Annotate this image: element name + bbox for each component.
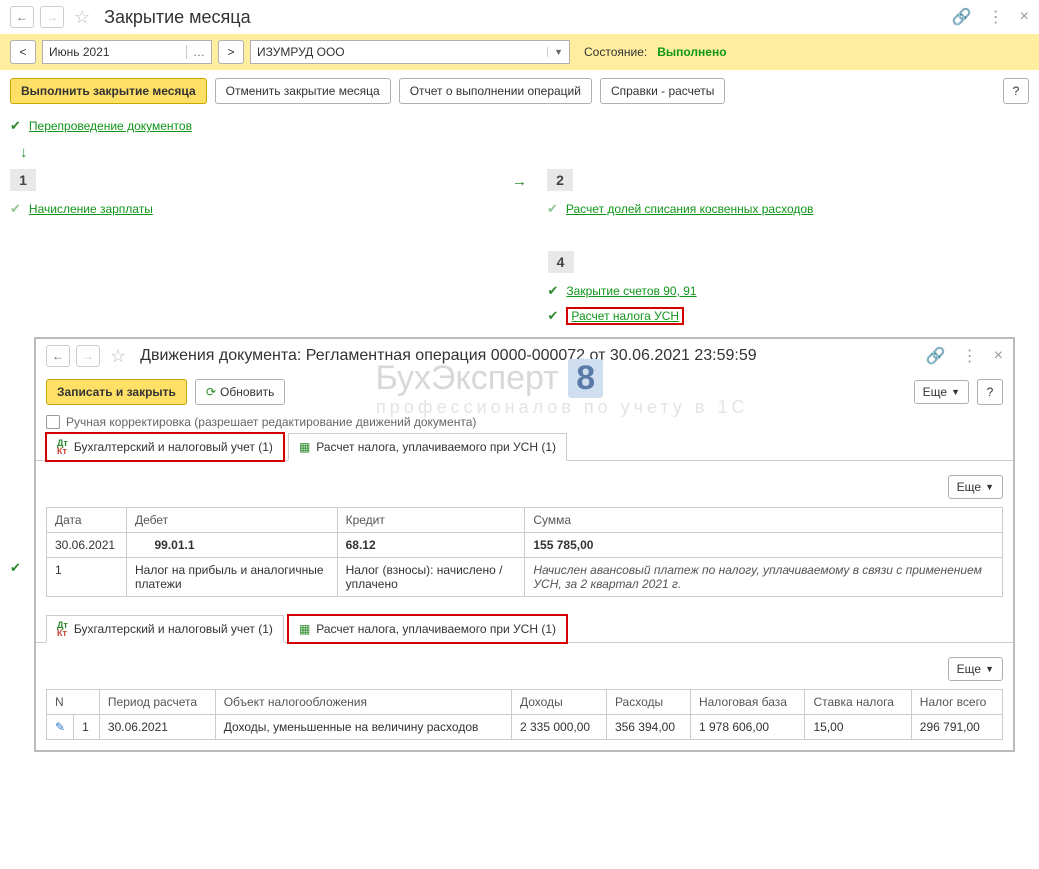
period-value: Июнь 2021 xyxy=(49,45,110,59)
favorite-icon[interactable]: ☆ xyxy=(74,7,90,28)
cancel-button[interactable]: Отменить закрытие месяца xyxy=(215,78,391,104)
check-icon: ✔ xyxy=(548,283,559,299)
stage-4-badge: 4 xyxy=(548,251,574,273)
table-row[interactable]: 1 Налог на прибыль и аналогичные платежи… xyxy=(47,558,1003,597)
dtkt-icon: ДтКт xyxy=(57,621,68,637)
state-label: Состояние: xyxy=(584,45,647,59)
period-bar: < Июнь 2021 … > ИЗУМРУД ООО ▼ Состояние:… xyxy=(0,34,1039,70)
usn-table: N Период расчета Объект налогообложения … xyxy=(46,689,1003,740)
sub-title: Движения документа: Регламентная операци… xyxy=(140,347,757,365)
period-input[interactable]: Июнь 2021 … xyxy=(42,40,212,64)
edit-icon: ✎ xyxy=(55,720,65,734)
col-n: N xyxy=(47,690,100,715)
org-dropdown-icon[interactable]: ▼ xyxy=(547,47,563,57)
manual-edit-label: Ручная корректировка (разрешает редактир… xyxy=(66,415,476,429)
period-picker-icon[interactable]: … xyxy=(186,45,205,59)
sub-kebab-icon[interactable]: ⋮ xyxy=(962,346,978,366)
sub-favorite-icon[interactable]: ☆ xyxy=(110,346,126,367)
accounting-table: Дата Дебет Кредит Сумма 30.06.2021 99.01… xyxy=(46,507,1003,597)
stage-1-badge: 1 xyxy=(10,169,36,191)
sub-close-icon[interactable]: × xyxy=(994,347,1003,365)
usn-link[interactable]: Расчет налога УСН xyxy=(571,309,679,323)
save-close-button[interactable]: Записать и закрыть xyxy=(46,379,187,405)
col-debit: Дебет xyxy=(127,508,338,533)
stage-2-badge: 2 xyxy=(547,169,573,191)
table2-more-button[interactable]: Еще▼ xyxy=(948,657,1003,681)
indirect-link[interactable]: Расчет долей списания косвенных расходов xyxy=(566,202,814,216)
table-row[interactable]: 30.06.2021 99.01.1 68.12 155 785,00 xyxy=(47,533,1003,558)
period-next-button[interactable]: > xyxy=(218,40,244,64)
ops-section: ✔ Перепроведение документов ↓ xyxy=(0,112,1039,169)
main-toolbar: Выполнить закрытие месяца Отменить закры… xyxy=(0,70,1039,112)
down-arrow-icon: ↓ xyxy=(20,144,1029,161)
more-button[interactable]: Еще▼ xyxy=(914,380,969,404)
check-icon: ✔ xyxy=(10,201,21,217)
repost-link[interactable]: Перепроведение документов xyxy=(29,119,192,133)
back-button[interactable]: ← xyxy=(10,6,34,28)
col-base: Налоговая база xyxy=(690,690,805,715)
help-button[interactable]: ? xyxy=(1003,78,1029,104)
check-icon: ✔ xyxy=(547,201,558,217)
org-value: ИЗУМРУД ООО xyxy=(257,45,345,59)
close9091-link[interactable]: Закрытие счетов 90, 91 xyxy=(566,284,696,298)
check-icon: ✔ xyxy=(548,308,559,324)
tab-usn-calc[interactable]: ▦ Расчет налога, уплачиваемого при УСН (… xyxy=(288,433,567,461)
col-period: Период расчета xyxy=(99,690,215,715)
tabs-top: ДтКт Бухгалтерский и налоговый учет (1) … xyxy=(36,433,1013,461)
sub-back-button[interactable]: ← xyxy=(46,345,70,367)
col-date: Дата xyxy=(47,508,127,533)
check-icon: ✔ xyxy=(10,560,21,576)
col-sum: Сумма xyxy=(525,508,1003,533)
check-icon: ✔ xyxy=(10,118,21,134)
col-income: Доходы xyxy=(511,690,606,715)
manual-edit-row: Ручная корректировка (разрешает редактир… xyxy=(36,411,1013,433)
refresh-icon: ⟳ xyxy=(206,385,216,399)
page-title: Закрытие месяца xyxy=(104,7,250,28)
right-arrow-icon: → xyxy=(512,173,527,190)
dtkt-icon: ДтКт xyxy=(57,439,68,455)
report-button[interactable]: Отчет о выполнении операций xyxy=(399,78,592,104)
state-value: Выполнено xyxy=(657,45,726,59)
period-prev-button[interactable]: < xyxy=(10,40,36,64)
tabs-bottom: ДтКт Бухгалтерский и налоговый учет (1) … xyxy=(36,615,1013,643)
refs-button[interactable]: Справки - расчеты xyxy=(600,78,725,104)
col-total: Налог всего xyxy=(911,690,1002,715)
movements-window: БухЭксперт 8 профессионалов по учету в 1… xyxy=(34,337,1015,752)
col-expense: Расходы xyxy=(606,690,690,715)
table-icon: ▦ xyxy=(299,440,310,454)
col-credit: Кредит xyxy=(337,508,525,533)
stages-row-2: 4 ✔ Закрытие счетов 90, 91 ✔ Расчет нало… xyxy=(0,251,1039,329)
table-row[interactable]: ✎ 1 30.06.2021 Доходы, уменьшенные на ве… xyxy=(47,715,1003,740)
sub-forward-button[interactable]: → xyxy=(76,345,100,367)
link-icon[interactable]: 🔗 xyxy=(952,7,972,27)
execute-button[interactable]: Выполнить закрытие месяца xyxy=(10,78,207,104)
sub-link-icon[interactable]: 🔗 xyxy=(926,346,946,366)
table-icon: ▦ xyxy=(299,622,310,636)
tab-accounting-2[interactable]: ДтКт Бухгалтерский и налоговый учет (1) xyxy=(46,615,284,643)
refresh-button[interactable]: ⟳ Обновить xyxy=(195,379,285,405)
table1-more-button[interactable]: Еще▼ xyxy=(948,475,1003,499)
kebab-icon[interactable]: ⋮ xyxy=(988,7,1004,27)
sub-toolbar: Записать и закрыть ⟳ Обновить Еще▼ ? xyxy=(36,373,1013,411)
col-rate: Ставка налога xyxy=(805,690,911,715)
main-titlebar: ← → ☆ Закрытие месяца 🔗 ⋮ × xyxy=(0,0,1039,34)
col-obj: Объект налогообложения xyxy=(215,690,511,715)
sub-help-button[interactable]: ? xyxy=(977,379,1003,405)
stages-row-1: 1 ✔ Начисление зарплаты → 2 ✔ Расчет дол… xyxy=(0,169,1039,221)
manual-edit-checkbox[interactable] xyxy=(46,415,60,429)
salary-link[interactable]: Начисление зарплаты xyxy=(29,202,153,216)
sub-titlebar: ← → ☆ Движения документа: Регламентная о… xyxy=(36,339,1013,373)
tab-accounting[interactable]: ДтКт Бухгалтерский и налоговый учет (1) xyxy=(46,433,284,461)
close-icon[interactable]: × xyxy=(1020,8,1029,26)
tab-usn-calc-2[interactable]: ▦ Расчет налога, уплачиваемого при УСН (… xyxy=(288,615,567,643)
forward-button[interactable]: → xyxy=(40,6,64,28)
org-input[interactable]: ИЗУМРУД ООО ▼ xyxy=(250,40,570,64)
